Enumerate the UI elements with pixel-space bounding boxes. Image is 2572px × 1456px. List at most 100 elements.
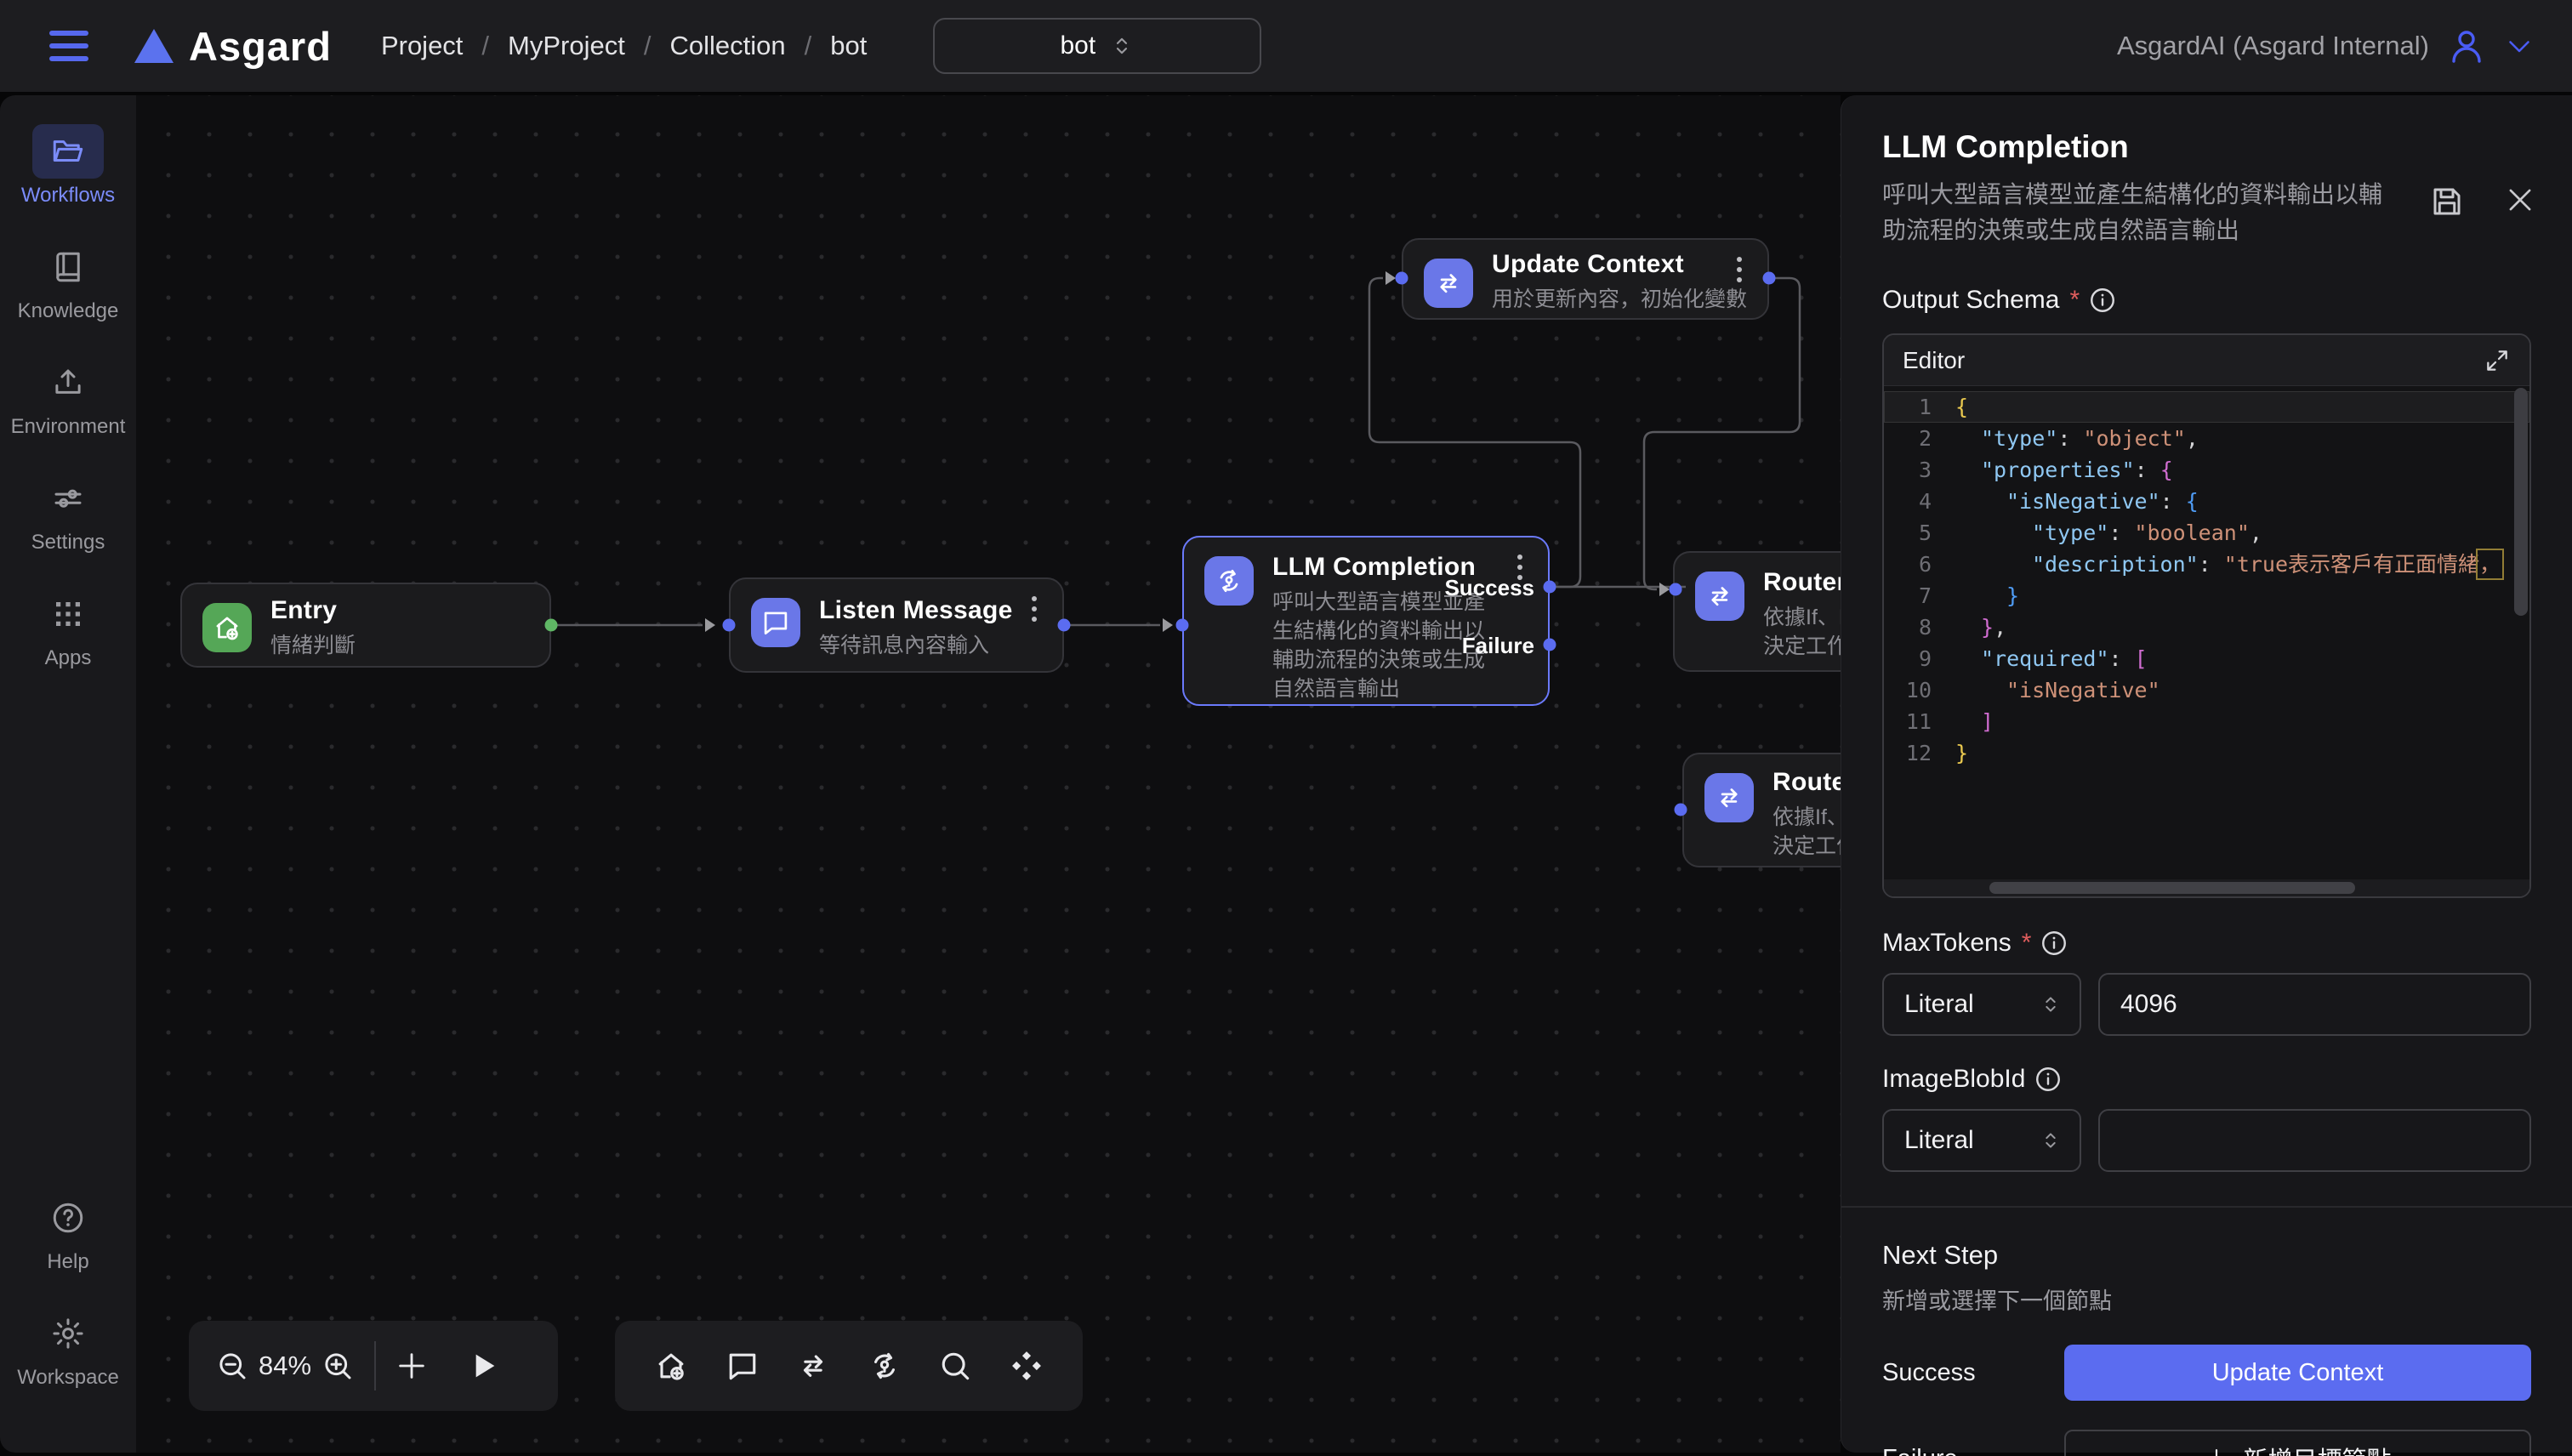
next-step-row-failure: Failure新增目標節點 (1882, 1430, 2531, 1456)
code-area[interactable]: 1{2"type": "object",3"properties": {4"is… (1884, 386, 2529, 896)
editor-vertical-scrollbar[interactable] (2514, 388, 2528, 616)
edge-arrow-icon (1386, 271, 1396, 285)
node-title: Entry (270, 596, 549, 625)
info-icon[interactable] (2088, 286, 2117, 315)
output-handle-failure[interactable]: Failure (1462, 633, 1534, 659)
breadcrumb-separator: / (644, 31, 652, 61)
swap-icon (1704, 773, 1754, 822)
code-line-5[interactable]: 5"type": "boolean", (1884, 517, 2529, 549)
editor-horizontal-scrollbar[interactable] (1989, 882, 2355, 894)
line-number: 12 (1884, 737, 1955, 769)
sidebar-item-label: Settings (31, 531, 105, 555)
breadcrumb-item-bot[interactable]: bot (830, 31, 867, 61)
account-label: AsgardAI (Asgard Internal) (2117, 31, 2429, 61)
next-step-title: Next Step (1882, 1240, 2531, 1271)
code-line-7[interactable]: 7} (1884, 580, 2529, 611)
sidebar-item-environment[interactable]: Environment (11, 355, 126, 439)
line-number: 1 (1884, 391, 1955, 423)
node-subtitle: 用於更新內容，初始化變數 (1492, 285, 1767, 314)
code-line-6[interactable]: 6"description": "true表示客戶有正面情緒， (1884, 549, 2529, 580)
node-entry[interactable]: Entry 情緒判斷 (180, 583, 551, 668)
workflow-select[interactable]: bot (933, 18, 1261, 74)
sidebar-item-knowledge[interactable]: Knowledge (18, 240, 119, 323)
next-step-target-button[interactable]: Update Context (2064, 1345, 2531, 1401)
code-line-12[interactable]: 12} (1884, 737, 2529, 769)
workflow-canvas[interactable]: 84% Entry 情緒判斷 Listen Message等待訊息內容輸入 LLM C… (136, 95, 1841, 1453)
sidebar-item-workspace[interactable]: Workspace (17, 1306, 119, 1390)
palette-home-plus-icon[interactable] (652, 1347, 690, 1385)
code-line-9[interactable]: 9"required": [ (1884, 643, 2529, 674)
run-workflow-button[interactable] (466, 1349, 500, 1383)
schema-editor[interactable]: Editor 1{2"type": "object",3"properties"… (1882, 333, 2531, 898)
editor-title: Editor (1903, 347, 1965, 374)
code-line-2[interactable]: 2"type": "object", (1884, 423, 2529, 454)
add-node-button[interactable] (395, 1349, 429, 1383)
upload-icon (50, 365, 86, 401)
node-listen-message[interactable]: Listen Message等待訊息內容輸入 (729, 577, 1064, 673)
zoom-in-button[interactable] (320, 1348, 356, 1384)
workflow-select-value: bot (1060, 31, 1095, 60)
gear-icon (50, 1316, 86, 1351)
panel-divider (1841, 1206, 2572, 1208)
code-line-3[interactable]: 3"properties": { (1884, 454, 2529, 486)
zoom-level: 84% (250, 1351, 320, 1381)
sidebar-item-help[interactable]: Help (32, 1191, 104, 1274)
image-blob-id-input[interactable] (2098, 1109, 2531, 1172)
max-tokens-mode-select[interactable]: Literal (1882, 973, 2081, 1036)
node-update-context[interactable]: Update Context用於更新內容，初始化變數 (1402, 238, 1769, 320)
save-icon[interactable] (2429, 184, 2465, 219)
code-line-8[interactable]: 8}, (1884, 611, 2529, 643)
chat-icon (751, 598, 800, 647)
kebab-menu-icon[interactable] (1020, 596, 1049, 622)
palette-chat-icon[interactable] (724, 1347, 761, 1385)
line-number: 7 (1884, 580, 1955, 611)
code-line-1[interactable]: 1{ (1884, 391, 2529, 423)
sidebar-item-workflows[interactable]: Workflows (21, 124, 115, 208)
node-subtitle: 情緒判斷 (270, 631, 549, 660)
editor-hscroll-track (1884, 879, 2529, 896)
breadcrumb-item-collection[interactable]: Collection (669, 31, 785, 61)
updown-chevron-icon (2039, 992, 2063, 1016)
node-router-1[interactable]: Router依據If、Els決定工作流 (1673, 551, 1841, 672)
breadcrumb-item-project[interactable]: Project (381, 31, 463, 61)
help-icon (50, 1200, 86, 1236)
max-tokens-input[interactable] (2098, 973, 2531, 1036)
llm-icon (1204, 556, 1254, 606)
palette-swap-icon[interactable] (794, 1347, 832, 1385)
sidebar-item-label: Knowledge (18, 299, 119, 323)
swap-icon (1695, 572, 1744, 621)
sidebar-item-label: Environment (11, 415, 126, 439)
code-line-4[interactable]: 4"isNegative": { (1884, 486, 2529, 517)
code-line-10[interactable]: 10"isNegative" (1884, 674, 2529, 706)
sidebar-item-label: Help (47, 1250, 88, 1274)
close-icon[interactable] (2504, 184, 2536, 216)
panel-title: LLM Completion (1882, 129, 2421, 165)
info-icon[interactable] (2040, 929, 2068, 958)
image-blob-id-mode-select[interactable]: Literal (1882, 1109, 2081, 1172)
palette-router-grid-icon[interactable] (1008, 1347, 1045, 1385)
node-llm-completion[interactable]: LLM Completion呼叫大型語言模型並產生結構化的資料輸出以輔助流程的決… (1182, 536, 1550, 706)
output-handle-success[interactable]: Success (1444, 575, 1534, 601)
node-subtitle: 依據If、Els決定工作流 (1763, 603, 1841, 661)
node-subtitle: 依據If、El決定工作流 (1773, 803, 1841, 861)
sidebar-item-apps[interactable]: Apps (32, 587, 104, 670)
node-router-2[interactable]: Router依據If、El決定工作流 (1682, 753, 1841, 867)
person-icon[interactable] (2446, 26, 2487, 66)
line-number: 6 (1884, 549, 1955, 580)
account-chevron-down-icon[interactable] (2504, 31, 2535, 61)
kebab-menu-icon[interactable] (1725, 257, 1754, 282)
info-icon[interactable] (2034, 1065, 2063, 1094)
palette-search-icon[interactable] (936, 1347, 974, 1385)
add-target-node-button[interactable]: 新增目標節點 (2064, 1430, 2531, 1456)
zoom-out-button[interactable] (214, 1348, 250, 1384)
book-icon (50, 249, 86, 285)
sidebar-item-settings[interactable]: Settings (31, 471, 105, 555)
palette-llm-icon[interactable] (866, 1347, 903, 1385)
expand-icon[interactable] (2484, 347, 2511, 374)
code-line-11[interactable]: 11] (1884, 706, 2529, 737)
hamburger-menu-icon[interactable] (49, 31, 88, 61)
edge-arrow-icon (1659, 583, 1670, 596)
next-step-subtitle: 新增或選擇下一個節點 (1882, 1283, 2531, 1316)
brand-title: Asgard (189, 23, 332, 70)
breadcrumb-item-myproject[interactable]: MyProject (508, 31, 625, 61)
